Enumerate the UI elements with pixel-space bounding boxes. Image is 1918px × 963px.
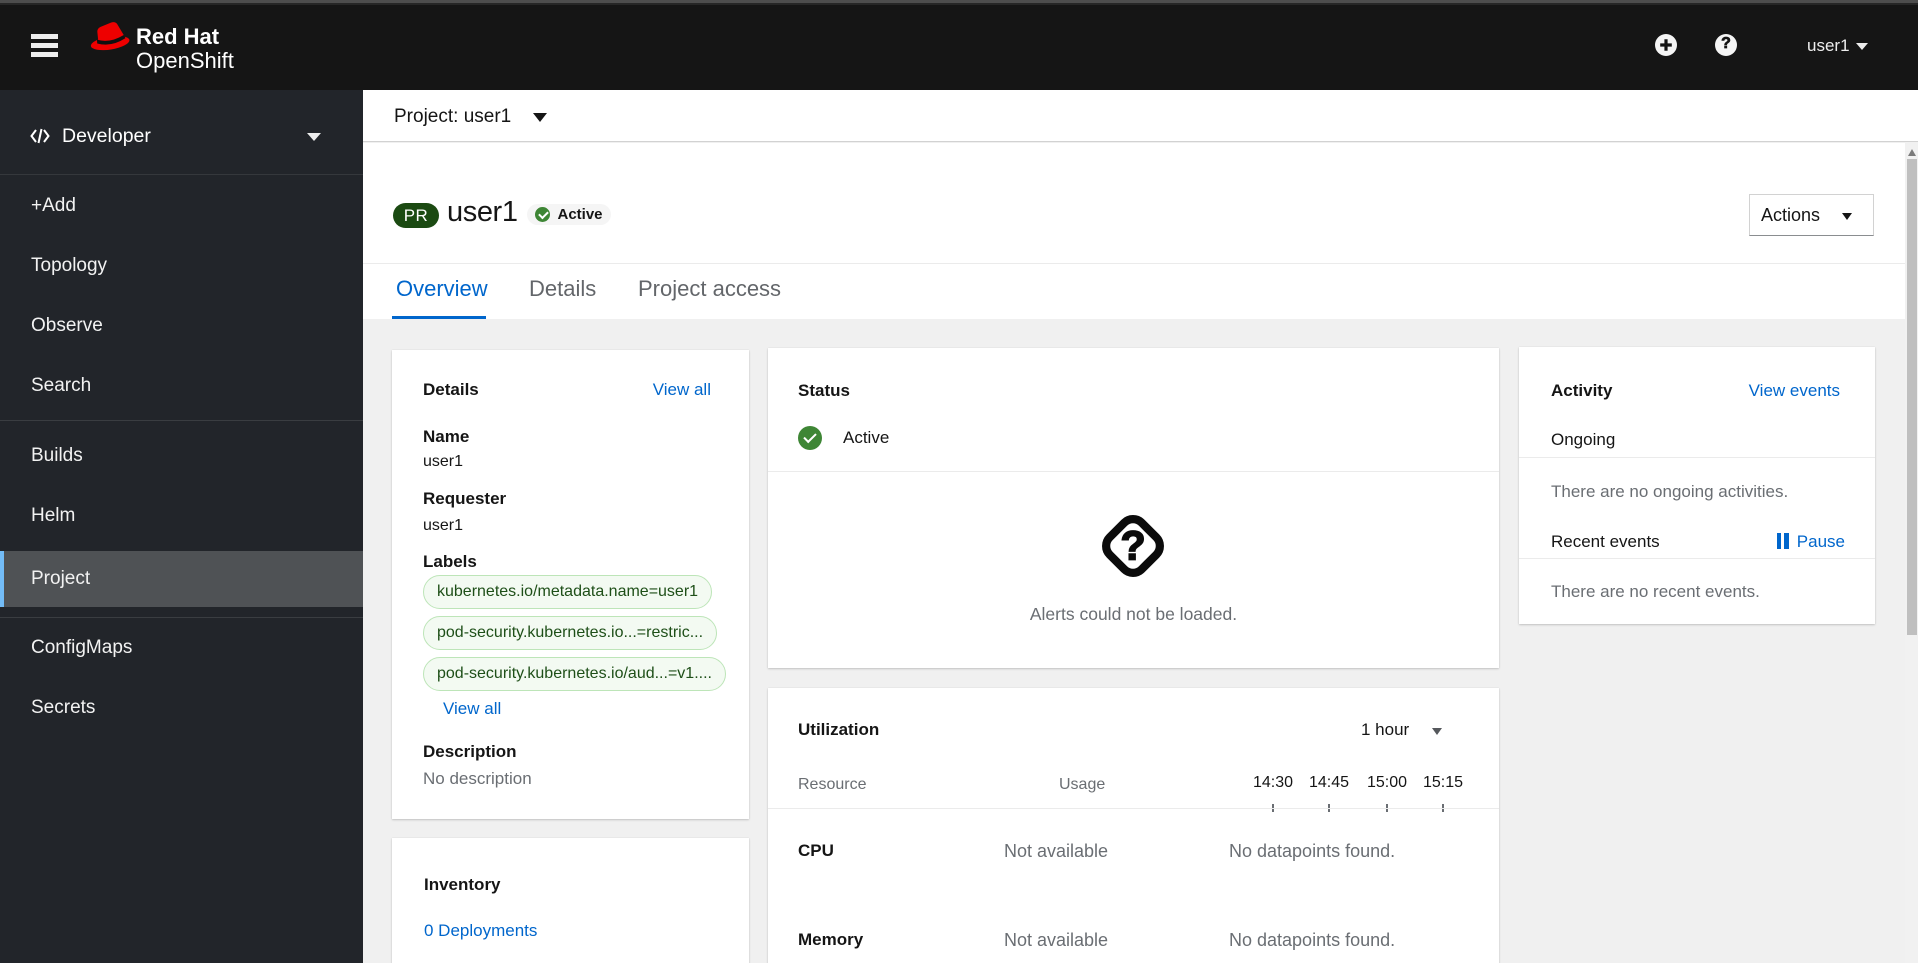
svg-text:?: ? bbox=[1120, 522, 1145, 568]
